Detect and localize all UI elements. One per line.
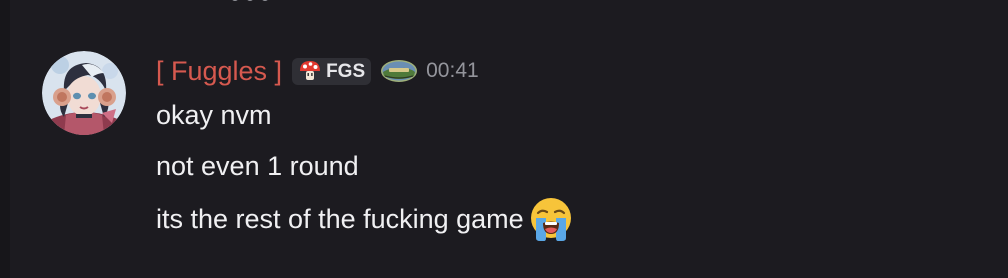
message-line: its the rest of the fucking game	[156, 196, 574, 242]
clan-tag[interactable]: FGS	[292, 57, 372, 85]
message-text: its the rest of the fucking game	[156, 204, 524, 234]
mushroom-icon	[300, 61, 321, 80]
message-line: not even 1 round	[156, 150, 359, 182]
landscape-badge-icon[interactable]	[380, 59, 418, 83]
avatar-image	[42, 51, 126, 135]
timestamp: 00:41	[426, 59, 479, 82]
username[interactable]: [ Fuggles ]	[156, 55, 282, 87]
clan-tag-text: FGS	[326, 60, 366, 82]
message-text: okay nvm	[156, 100, 272, 130]
scroll-edge	[0, 0, 10, 278]
message-header: [ Fuggles ] FGS 00:41	[156, 55, 479, 87]
avatar[interactable]	[42, 51, 126, 135]
message-line: okay nvm	[156, 99, 272, 131]
message-text: not even 1 round	[156, 151, 359, 181]
chat-view: [ Fuggles ] FGS 00:41 okay nvm not even …	[0, 0, 1008, 278]
previous-message-tail	[232, 0, 268, 4]
loudly-crying-face-emoji[interactable]	[528, 196, 574, 242]
